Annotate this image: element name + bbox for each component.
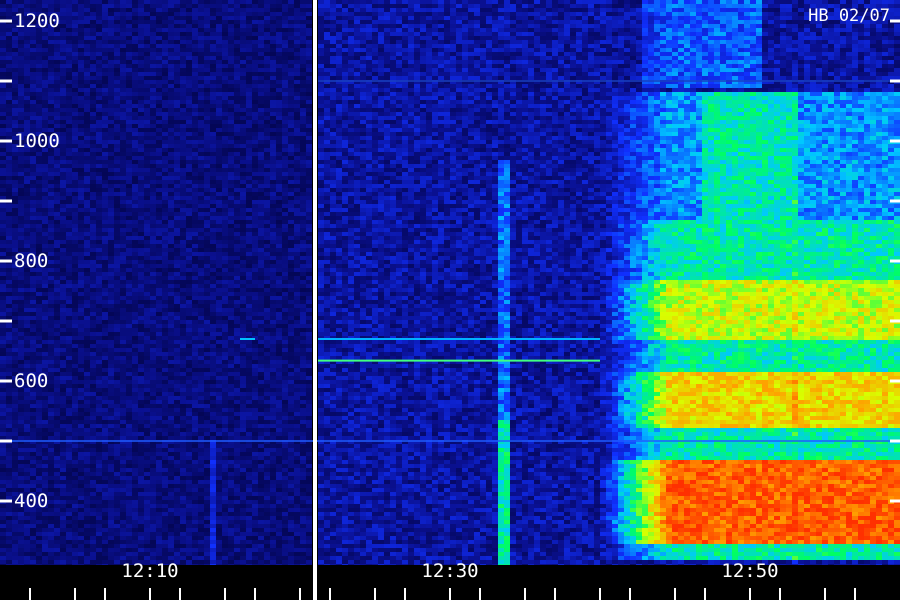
spectrogram-field: [0, 0, 900, 568]
spectrogram-plot: [0, 0, 900, 600]
y-tick-right: [890, 139, 900, 143]
spectrogram-chart: HB 02/07 400 600 800 1000 1200 12:10 12:30 12:…: [0, 0, 900, 600]
y-tick-label: 1000: [14, 131, 60, 151]
y-tick-label: 400: [14, 491, 48, 511]
x-tick: [29, 588, 31, 600]
x-tick: [674, 588, 676, 600]
x-tick: [524, 588, 526, 600]
y-tick-left: [0, 259, 12, 263]
chart-annotation: HB 02/07: [808, 6, 890, 26]
y-tick-left: [0, 139, 12, 143]
x-tick: [149, 588, 151, 600]
segment-break-line: [313, 0, 317, 600]
y-tick-right: [890, 319, 900, 323]
y-tick-label: 600: [14, 371, 48, 391]
y-tick-right: [890, 79, 900, 83]
x-tick: [254, 588, 256, 600]
x-tick: [224, 588, 226, 600]
x-tick: [824, 588, 826, 600]
y-tick-label: 800: [14, 251, 48, 271]
y-tick-left: [0, 199, 12, 203]
y-tick-right: [890, 439, 900, 443]
x-tick: [479, 588, 481, 600]
x-tick-label: 12:10: [121, 561, 178, 581]
y-tick-right: [890, 259, 900, 263]
x-tick: [599, 588, 601, 600]
x-tick: [74, 588, 76, 600]
x-tick: [179, 588, 181, 600]
x-tick: [449, 588, 451, 600]
x-tick: [299, 588, 301, 600]
x-tick: [854, 588, 856, 600]
y-tick-right: [890, 199, 900, 203]
y-tick-left: [0, 319, 12, 323]
x-tick: [749, 588, 751, 600]
y-tick-right: [890, 379, 900, 383]
y-tick-left: [0, 439, 12, 443]
y-tick-right: [890, 499, 900, 503]
x-tick: [374, 588, 376, 600]
x-tick-label: 12:50: [721, 561, 778, 581]
x-tick: [104, 588, 106, 600]
y-tick-left: [0, 19, 12, 23]
x-tick-label: 12:30: [421, 561, 478, 581]
y-tick-right: [890, 19, 900, 23]
y-tick-left: [0, 499, 12, 503]
y-tick-label: 1200: [14, 11, 60, 31]
y-tick-left: [0, 379, 12, 383]
x-tick: [629, 588, 631, 600]
x-tick: [404, 588, 406, 600]
x-tick: [704, 588, 706, 600]
x-tick: [329, 588, 331, 600]
x-tick: [779, 588, 781, 600]
y-tick-left: [0, 79, 12, 83]
x-tick: [554, 588, 556, 600]
